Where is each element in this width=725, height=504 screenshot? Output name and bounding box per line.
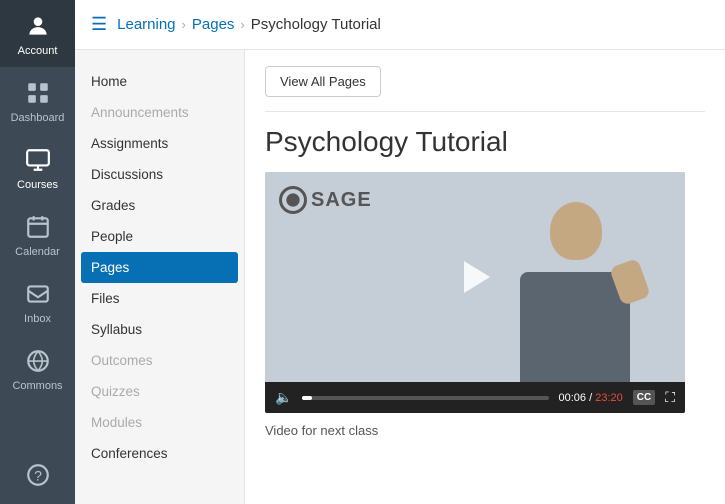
inbox-icon [22,278,54,310]
time-display: 00:06 / 23:20 [559,392,623,404]
svg-text:?: ? [34,467,42,483]
nav-item-files[interactable]: Files [75,283,244,314]
video-caption: Video for next class [265,423,705,438]
video-frame: SAGE [265,172,685,382]
sidebar-label-inbox: Inbox [24,313,51,325]
sidebar-item-dashboard[interactable]: Dashboard [0,67,75,134]
progress-fill [302,396,312,400]
nav-item-assignments[interactable]: Assignments [75,128,244,159]
page-title: Psychology Tutorial [265,126,705,158]
play-button[interactable] [455,257,495,297]
menu-icon[interactable]: ☰ [91,14,107,35]
sidebar-label-account: Account [18,45,58,57]
nav-item-syllabus[interactable]: Syllabus [75,314,244,345]
sidebar-item-courses[interactable]: Courses [0,134,75,201]
volume-icon[interactable]: 🔈 [275,389,292,406]
sidebar-item-calendar[interactable]: Calendar [0,201,75,268]
breadcrumb-current: Psychology Tutorial [251,16,381,33]
nav-item-home[interactable]: Home [75,66,244,97]
account-icon [22,10,54,42]
nav-item-quizzes: Quizzes [75,376,244,407]
person-body [520,272,630,382]
nav-item-announcements: Announcements [75,97,244,128]
progress-bar[interactable] [302,396,548,400]
sidebar-label-dashboard: Dashboard [11,112,65,124]
help-icon: ? [22,459,54,491]
sidebar-label-courses: Courses [17,179,58,191]
topbar: ☰ Learning › Pages › Psychology Tutorial [75,0,725,50]
breadcrumb-sep-1: › [182,17,186,32]
sage-circle-icon [279,186,307,214]
video-player: SAGE 🔈 [265,172,685,413]
time-sep: / [586,392,595,404]
nav-item-people[interactable]: People [75,221,244,252]
nav-item-grades[interactable]: Grades [75,190,244,221]
view-all-pages-button[interactable]: View All Pages [265,66,381,97]
calendar-icon [22,211,54,243]
video-person [495,192,655,382]
play-triangle-icon [464,261,490,293]
time-total: 23:20 [595,392,623,404]
nav-item-pages[interactable]: Pages [81,252,238,283]
courses-icon [22,144,54,176]
nav-sidebar: HomeAnnouncementsAssignmentsDiscussionsG… [75,50,245,504]
content-wrapper: HomeAnnouncementsAssignmentsDiscussionsG… [75,50,725,504]
page-content: View All Pages Psychology Tutorial SAGE [245,50,725,504]
sidebar-item-account[interactable]: Account [0,0,75,67]
nav-item-conferences[interactable]: Conferences [75,438,244,469]
dashboard-icon [22,77,54,109]
cc-button[interactable]: CC [633,390,655,405]
sage-logo: SAGE [279,186,372,214]
sidebar-item-inbox[interactable]: Inbox [0,268,75,335]
time-current: 00:06 [559,392,587,404]
divider [265,111,705,112]
sidebar-item-help[interactable]: ? [0,449,75,504]
breadcrumb: Learning › Pages › Psychology Tutorial [117,16,381,33]
sidebar-label-calendar: Calendar [15,246,60,258]
breadcrumb-sep-2: › [240,17,244,32]
breadcrumb-pages[interactable]: Pages [192,16,235,33]
nav-item-discussions[interactable]: Discussions [75,159,244,190]
nav-item-outcomes: Outcomes [75,345,244,376]
commons-icon [22,345,54,377]
nav-item-modules: Modules [75,407,244,438]
left-sidebar: Account Dashboard Courses Calendar Inbox… [0,0,75,504]
sidebar-label-commons: Commons [12,380,62,392]
video-controls: 🔈 00:06 / 23:20 CC ⛶ [265,382,685,413]
sidebar-item-commons[interactable]: Commons [0,335,75,402]
breadcrumb-learning[interactable]: Learning [117,16,175,33]
main-area: ☰ Learning › Pages › Psychology Tutorial… [75,0,725,504]
fullscreen-icon[interactable]: ⛶ [665,389,675,406]
person-head [550,202,602,260]
sage-text: SAGE [311,189,372,212]
